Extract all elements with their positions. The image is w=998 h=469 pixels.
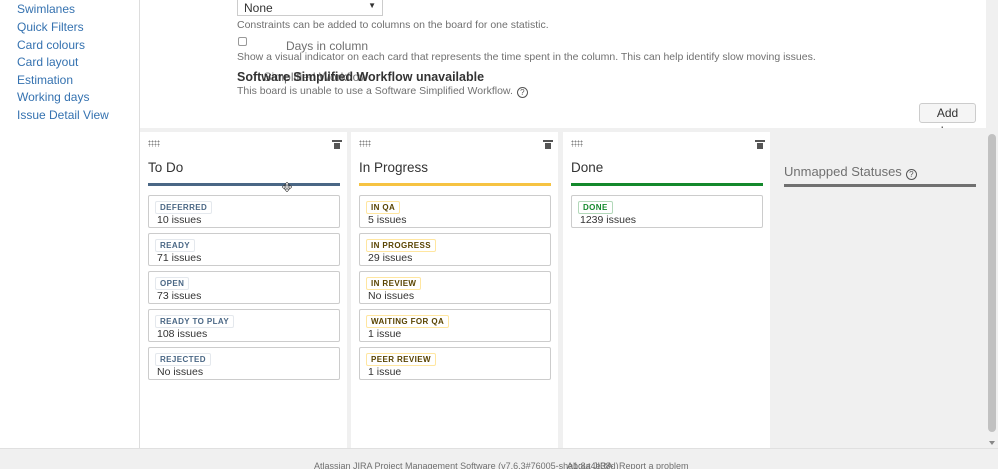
issue-count: 29 issues — [368, 252, 413, 264]
columns-board: To Do DEFERRED 10 issues READY 71 issues OPEN… — [140, 128, 986, 448]
simplified-workflow-help-row: This board is unable to use a Software S… — [237, 85, 528, 98]
column-constraint-select[interactable]: None ▼ — [237, 0, 383, 16]
simplified-workflow-title: Software Simplified Workflow unavailable — [237, 70, 485, 84]
column-name[interactable]: To Do — [148, 160, 183, 175]
status-card[interactable]: REJECTED No issues — [148, 347, 340, 380]
issue-count: 108 issues — [157, 328, 208, 340]
footer-separator: · — [559, 461, 562, 469]
drag-handle-icon[interactable] — [148, 140, 160, 147]
unmapped-statuses-title: Unmapped Statuses? — [784, 164, 917, 180]
status-lozenge: DEFERRED — [155, 201, 213, 214]
days-in-column-checkbox[interactable] — [238, 37, 247, 46]
status-card[interactable]: PEER REVIEW 1 issue — [359, 347, 551, 380]
issue-count: 1 issue — [368, 328, 402, 340]
trash-icon[interactable] — [543, 140, 553, 149]
issue-count: No issues — [368, 290, 415, 302]
add-column-button[interactable]: Add column — [919, 103, 976, 138]
status-card[interactable]: IN QA 5 issues — [359, 195, 551, 228]
board-column[interactable]: In Progress IN QA 5 issues IN PROGRESS 29 is… — [351, 132, 558, 448]
simplified-workflow-help: This board is unable to use a Software S… — [237, 85, 513, 97]
page-footer: Atlassian JIRA Project Management Softwa… — [0, 448, 998, 469]
footer-about-link[interactable]: About JIRA — [567, 461, 613, 469]
issue-count: 5 issues — [368, 214, 407, 226]
move-cursor-icon — [282, 182, 292, 192]
column-name[interactable]: In Progress — [359, 160, 428, 175]
footer-separator: · — [611, 461, 614, 469]
help-icon[interactable]: ? — [516, 87, 528, 98]
status-card[interactable]: IN PROGRESS 29 issues — [359, 233, 551, 266]
sidebar-item-quick-filters[interactable]: Quick Filters — [17, 20, 84, 34]
status-card[interactable]: DONE 1239 issues — [571, 195, 763, 228]
status-lozenge: IN QA — [366, 201, 401, 214]
issue-count: 71 issues — [157, 252, 202, 264]
column-constraint-help: Constraints can be added to columns on t… — [237, 19, 549, 31]
help-icon[interactable]: ? — [905, 169, 917, 180]
status-lozenge: PEER REVIEW — [366, 353, 436, 366]
issue-count: 10 issues — [157, 214, 202, 226]
status-lozenge: WAITING FOR QA — [366, 315, 450, 328]
status-card[interactable]: WAITING FOR QA 1 issue — [359, 309, 551, 342]
chevron-down-icon: ▼ — [368, 1, 376, 10]
column-color-bar — [571, 183, 763, 186]
unmapped-color-bar — [784, 184, 976, 187]
column-color-bar — [359, 183, 551, 186]
page-scrollbar[interactable] — [986, 0, 998, 448]
column-color-bar — [148, 183, 340, 186]
columns-config-main: Column Constraint None ▼ Constraints can… — [140, 0, 986, 448]
sidebar-item-card-colours[interactable]: Card colours — [17, 38, 85, 52]
issue-count: 1 issue — [368, 366, 402, 378]
status-lozenge: IN REVIEW — [366, 277, 422, 290]
sidebar-item-issue-detail-view[interactable]: Issue Detail View — [17, 108, 109, 122]
sidebar-item-estimation[interactable]: Estimation — [17, 73, 73, 87]
sidebar-item-working-days[interactable]: Working days — [17, 90, 89, 104]
status-lozenge: READY — [155, 239, 196, 252]
issue-count: No issues — [157, 366, 204, 378]
scroll-down-icon[interactable] — [989, 441, 995, 445]
board-column[interactable]: Done DONE 1239 issues — [563, 132, 770, 448]
status-card[interactable]: READY 71 issues — [148, 233, 340, 266]
unmapped-statuses-label: Unmapped Statuses — [784, 164, 902, 179]
board-column[interactable]: To Do DEFERRED 10 issues READY 71 issues OPEN… — [140, 132, 347, 448]
sidebar-item-swimlanes[interactable]: Swimlanes — [17, 2, 75, 16]
status-lozenge: READY TO PLAY — [155, 315, 235, 328]
status-card[interactable]: OPEN 73 issues — [148, 271, 340, 304]
board-config-sidebar: Swimlanes Quick Filters Card colours Car… — [0, 0, 140, 448]
days-in-column-help: Show a visual indicator on each card tha… — [237, 51, 816, 63]
status-card[interactable]: DEFERRED 10 issues — [148, 195, 340, 228]
status-card[interactable]: IN REVIEW No issues — [359, 271, 551, 304]
trash-icon[interactable] — [332, 140, 342, 149]
drag-handle-icon[interactable] — [571, 140, 583, 147]
column-name[interactable]: Done — [571, 160, 603, 175]
issue-count: 73 issues — [157, 290, 202, 302]
unmapped-statuses-column: Unmapped Statuses? — [774, 132, 986, 448]
drag-handle-icon[interactable] — [359, 140, 371, 147]
status-lozenge: IN PROGRESS — [366, 239, 436, 252]
status-lozenge: REJECTED — [155, 353, 211, 366]
sidebar-item-card-layout[interactable]: Card layout — [17, 55, 78, 69]
column-constraint-value: None — [244, 1, 273, 15]
trash-icon[interactable] — [755, 140, 765, 149]
scrollbar-thumb[interactable] — [988, 134, 996, 432]
status-lozenge: OPEN — [155, 277, 190, 290]
status-lozenge: DONE — [578, 201, 613, 214]
status-card[interactable]: READY TO PLAY 108 issues — [148, 309, 340, 342]
footer-report-link[interactable]: Report a problem — [619, 461, 689, 469]
issue-count: 1239 issues — [580, 214, 637, 226]
column-settings: Column Constraint None ▼ Constraints can… — [140, 0, 986, 138]
